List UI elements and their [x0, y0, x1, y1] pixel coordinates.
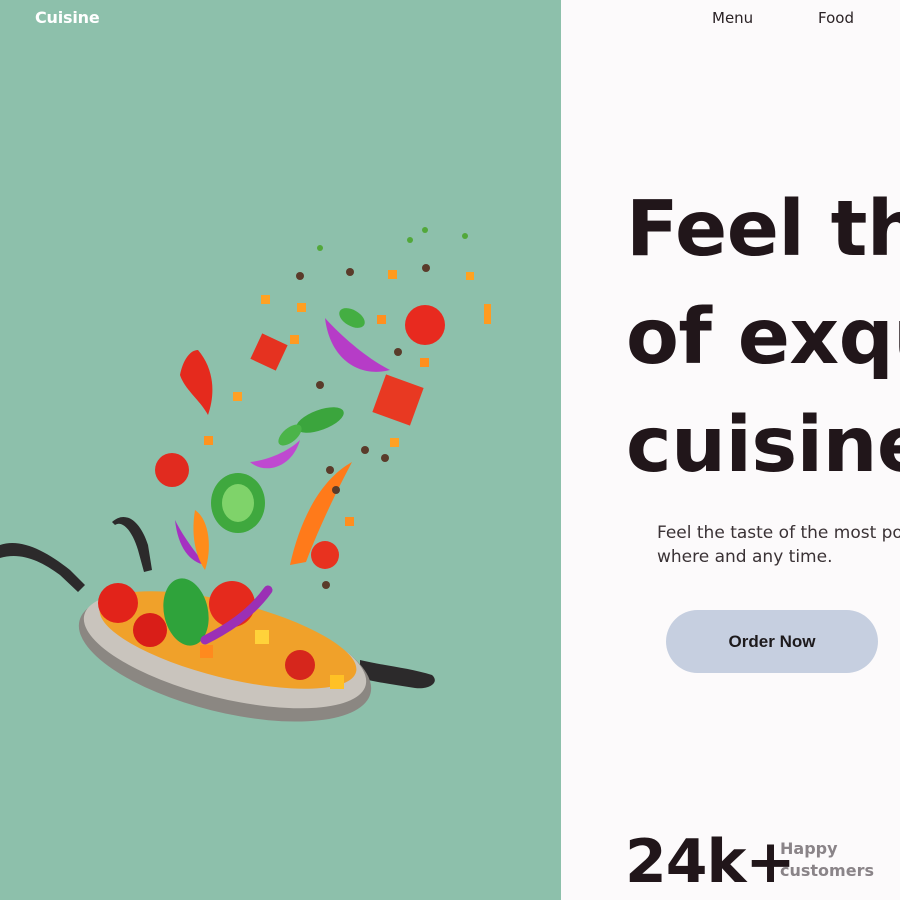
- hero-content-panel: Menu Food Feel the of exqu cuisine Feel …: [561, 0, 900, 900]
- hero-subtitle-line-1: Feel the taste of the most pop: [657, 523, 900, 543]
- customers-label-line-2: customers: [780, 861, 874, 880]
- order-now-button[interactable]: Order Now: [666, 610, 878, 673]
- hero-title-line-3: cuisine: [626, 401, 900, 490]
- hero-subtitle: Feel the taste of the most pop where and…: [657, 521, 900, 569]
- hero-title-line-1: Feel the: [626, 185, 900, 274]
- customers-label: Happy customers: [780, 838, 874, 882]
- hero-illustration: [0, 227, 491, 722]
- flying-vegetables: [155, 305, 445, 570]
- brand-logo[interactable]: Cuisine: [35, 8, 100, 27]
- nav-link-food[interactable]: Food: [818, 9, 854, 27]
- hero-subtitle-line-2: where and any time.: [657, 547, 833, 567]
- nav-link-menu[interactable]: Menu: [712, 9, 753, 27]
- hero-title: Feel the of exqu cuisine: [626, 176, 900, 500]
- flying-bits: [204, 227, 491, 589]
- pan-left-handle: [0, 516, 152, 592]
- customers-label-line-1: Happy: [780, 839, 838, 858]
- top-nav: Menu Food: [561, 9, 900, 33]
- hero-image-panel: Cuisine: [0, 0, 561, 900]
- pan-right-handle: [360, 660, 435, 689]
- hero-title-line-2: of exqu: [626, 293, 900, 382]
- customers-count: 24k+: [625, 827, 796, 897]
